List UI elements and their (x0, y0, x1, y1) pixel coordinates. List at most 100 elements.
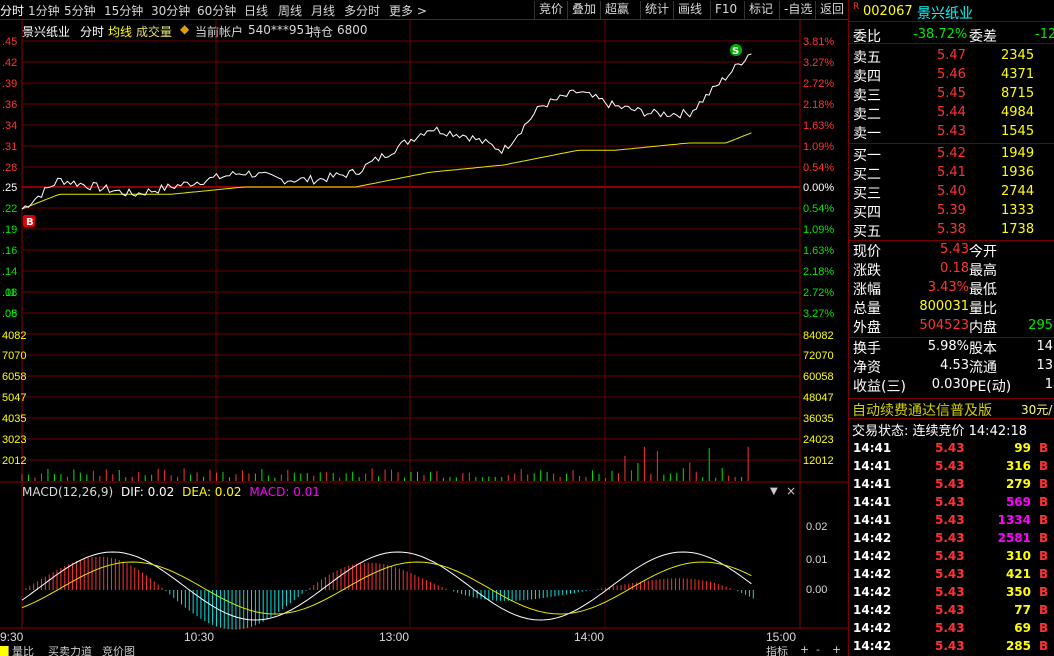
tab-liangbi[interactable]: 量比 (12, 646, 34, 656)
ask-price: 5.45 (937, 86, 966, 101)
tick-price: 5.43 (935, 459, 965, 473)
stock-code: 002067 (863, 4, 913, 19)
bid-row[interactable]: 买五 5.38 1738 (849, 221, 1054, 240)
bid-row[interactable]: 买一 5.42 1949 (849, 145, 1054, 164)
ask-price: 5.47 (937, 48, 966, 63)
stat-value: 0.030 (931, 377, 969, 392)
plus-button-2[interactable]: + (832, 646, 841, 656)
indicator-button[interactable]: 指标 (766, 646, 788, 656)
tick-direction: B (1039, 585, 1049, 599)
vol-tick-left-6: 2012 (2, 455, 26, 467)
tick-time: 14:41 (853, 513, 892, 527)
price-line (21, 53, 752, 210)
stat-value-2: 13 (1036, 358, 1053, 373)
stat-row: 换手 5.98% 股本 14 (849, 338, 1054, 357)
time-tick-4: 15:00 (766, 630, 796, 644)
bid-price: 5.40 (937, 184, 966, 199)
tick-volume: 279 (1005, 477, 1031, 491)
bid-volume: 1333 (1001, 203, 1035, 218)
tick-price: 5.43 (935, 603, 965, 617)
tab-jingjia[interactable]: 竞价图 (102, 646, 135, 656)
stat-label: 净资 (853, 360, 881, 376)
stat-value: 5.43 (940, 242, 969, 257)
ask-label: 卖五 (853, 50, 881, 66)
tick-row: 14:42 5.43 421 B (849, 565, 1054, 583)
close-icon[interactable]: × (786, 484, 796, 498)
pct-tick-right-9: 1.09% (803, 224, 834, 236)
stat-row: 涨跌 0.18 最高 (849, 260, 1054, 279)
tick-price: 5.43 (935, 495, 965, 509)
price-tick-left-4: .34 (2, 120, 17, 132)
intraday-chart[interactable]: .45.42.39.36.34.31.28.25.22.19.16.14.11.… (0, 0, 848, 656)
tick-volume: 285 (1005, 639, 1031, 653)
stock-title: R 002067 景兴纸业 (849, 2, 1054, 22)
promo-row[interactable]: 自动续费通达信普及版 30元/ (849, 398, 1054, 420)
bid-label: 买一 (853, 148, 881, 164)
tick-price: 5.43 (935, 549, 965, 563)
ask-row[interactable]: 卖五 5.47 2345 (849, 47, 1054, 66)
time-tick-0: 9:30 (0, 630, 24, 644)
ask-bid-divider (849, 143, 1054, 144)
macd-header: MACD(12,26,9) DIF: 0.02 DEA: 0.02 MACD: … (22, 485, 320, 499)
macd-dea: DEA: 0.02 (182, 485, 242, 499)
tick-volume: 1334 (997, 513, 1031, 527)
pct-tick-right-6: 0.54% (803, 162, 834, 174)
tick-volume: 310 (1005, 549, 1031, 563)
dropdown-icon[interactable]: ▼ (770, 486, 778, 497)
price-tick-left-5: .31 (2, 141, 17, 153)
plus-button[interactable]: + (800, 646, 809, 656)
macd-tick-1: 0.01 (806, 554, 827, 566)
promo-text[interactable]: 自动续费通达信普及版 (852, 400, 992, 420)
ask-row[interactable]: 卖四 5.46 4371 (849, 66, 1054, 85)
stat-label: 外盘 (853, 320, 881, 336)
time-tick-1: 10:30 (184, 630, 214, 644)
tick-direction: B (1039, 513, 1049, 527)
tick-direction: B (1039, 567, 1049, 581)
tick-direction: B (1039, 531, 1049, 545)
pct-tick-right-4: 1.63% (803, 120, 834, 132)
price-tick-left-1: .42 (2, 57, 17, 69)
vol-tick-right-3: 48047 (803, 392, 834, 404)
stat-label: 总量 (853, 301, 881, 317)
minus-button[interactable]: - (816, 646, 820, 656)
tick-row: 14:41 5.43 279 B (849, 475, 1054, 493)
stat-value-2: 295 (1028, 318, 1053, 333)
pct-tick-right-11: 2.18% (803, 266, 834, 278)
ask-row[interactable]: 卖二 5.44 4984 (849, 104, 1054, 123)
tick-price: 5.43 (935, 567, 965, 581)
tick-direction: B (1039, 459, 1049, 473)
tick-row: 14:41 5.43 1334 B (849, 511, 1054, 529)
pct-tick-right-2: 2.72% (803, 78, 834, 90)
tick-row: 14:41 5.43 569 B (849, 493, 1054, 511)
price-tick-left-6: .28 (2, 162, 17, 174)
price-tick-left-10: .16 (2, 245, 17, 257)
weibi-value: -38.72% (913, 27, 968, 42)
stat-row: 净资 4.53 流通 13 (849, 357, 1054, 376)
price-tick-left-3: .36 (2, 99, 17, 111)
bid-volume: 2744 (1001, 184, 1035, 199)
stat-label-2: PE(动) (969, 379, 1012, 395)
stat-label: 换手 (853, 341, 881, 357)
stat-row: 现价 5.43 今开 (849, 241, 1054, 260)
ask-price: 5.43 (937, 124, 966, 139)
tab-maimai[interactable]: 买卖力道 (48, 646, 92, 656)
bid-row[interactable]: 买四 5.39 1333 (849, 202, 1054, 221)
stat-label-2: 最高 (969, 263, 997, 279)
stat-value-2: 14 (1036, 339, 1053, 354)
tick-direction: B (1039, 621, 1049, 635)
bottom-tabs: █ 量比 买卖力道 竞价图 指标 + - + (0, 646, 848, 656)
trade-status-row: 交易状态: 连续竞价 14:42:18 (849, 418, 1054, 439)
bid-row[interactable]: 买三 5.40 2744 (849, 183, 1054, 202)
pct-tick-right-8: 0.54% (803, 203, 834, 215)
vol-tick-left-3: 5047 (2, 392, 26, 404)
ask-row[interactable]: 卖一 5.43 1545 (849, 123, 1054, 142)
ask-volume: 1545 (1001, 124, 1035, 139)
bid-row[interactable]: 买二 5.41 1936 (849, 164, 1054, 183)
tick-row: 14:42 5.43 310 B (849, 547, 1054, 565)
ask-row[interactable]: 卖三 5.45 8715 (849, 85, 1054, 104)
tick-row: 14:41 5.43 316 B (849, 457, 1054, 475)
pct-tick-right-3: 2.18% (803, 99, 834, 111)
tick-time: 14:42 (853, 585, 892, 599)
vol-tick-right-6: 12012 (803, 455, 834, 467)
tick-time: 14:42 (853, 621, 892, 635)
